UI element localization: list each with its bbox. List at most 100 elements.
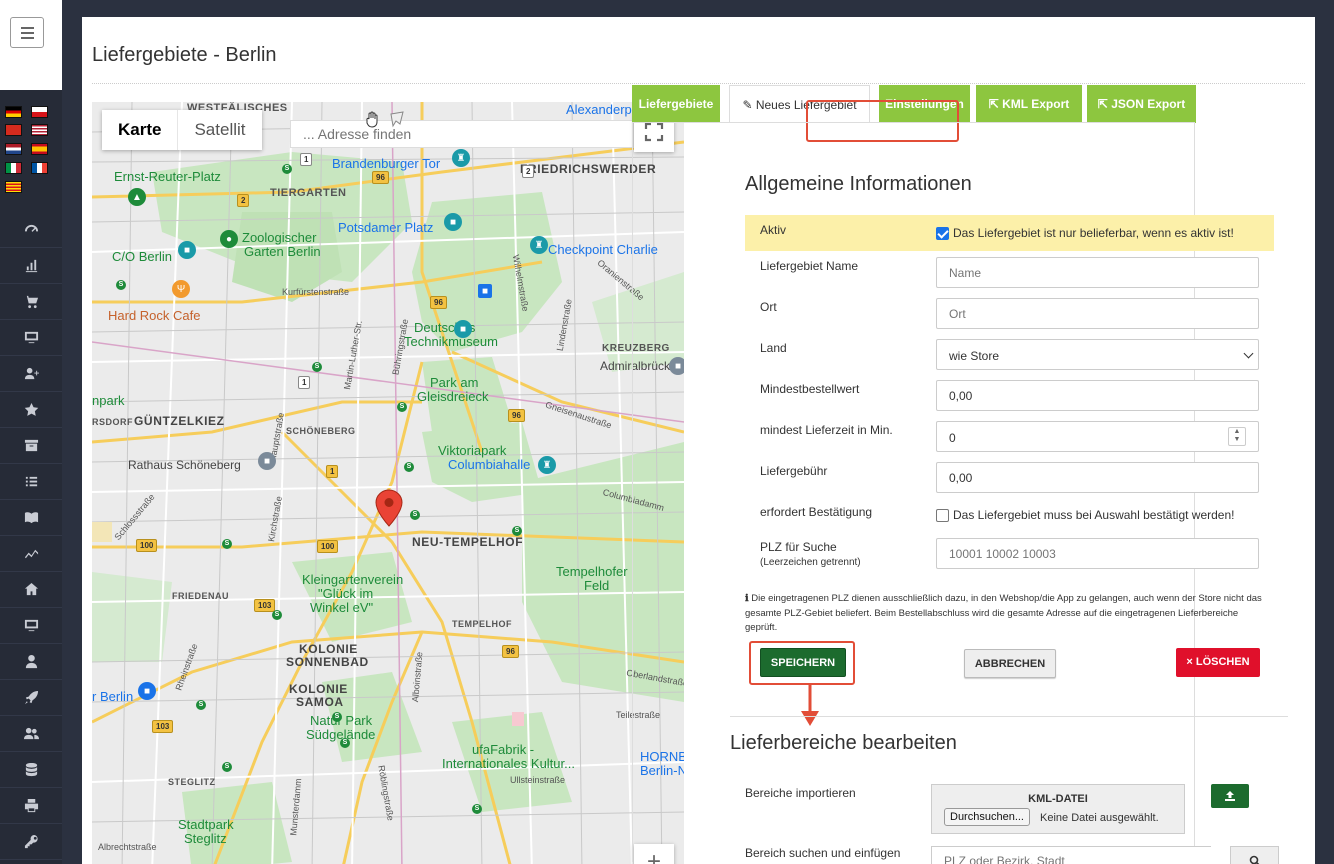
area-search-button[interactable] [1230,846,1279,864]
flag-nl-icon[interactable] [5,143,22,155]
hand-pan-icon[interactable] [364,110,382,128]
database-icon[interactable] [0,752,62,788]
plz-input[interactable] [936,538,1259,569]
key-icon[interactable] [0,824,62,860]
land-select[interactable]: wie Store [936,339,1259,370]
min-time-input[interactable]: 0 ▲ ▼ [936,421,1259,452]
map-label: Brandenburger Tor [332,156,441,171]
stats-icon[interactable] [0,248,62,284]
draw-polygon-icon[interactable] [388,110,406,128]
map-label: Ullsteinstraße [510,775,566,785]
camera-icon: ■ [444,213,462,231]
tab-neues-liefergebiet[interactable]: ✎ Neues Liefergebiet [729,85,870,123]
road-badge: 96 [502,645,519,658]
location-pin-icon[interactable] [375,489,403,527]
delete-label: LÖSCHEN [1195,656,1250,668]
map-label: RSDORF [92,417,133,427]
ort-input[interactable] [936,298,1259,329]
search-area-label: Bereich suchen und einfügen [745,846,901,860]
tab-json-export[interactable]: ⇱ JSON Export [1087,85,1196,123]
flag-us-icon[interactable] [31,124,48,136]
map-label: Kleingartenverein [302,572,404,587]
tab-einstellungen[interactable]: Einstellungen [879,85,970,123]
sbahn-icon: S [397,402,407,412]
arrow-down-icon [801,683,819,726]
user-icon[interactable] [0,644,62,680]
road-badge: 1 [326,465,339,478]
name-input[interactable] [936,257,1259,288]
tab-kml-export[interactable]: ⇱ KML Export [976,85,1082,123]
export-icon: ⇱ [988,97,1003,111]
map-view[interactable]: WESTFÄLISCHES Alexanderplatz Brandenburg… [92,102,684,864]
map-background [92,102,684,864]
road-badge: 96 [372,171,389,184]
area-search-input[interactable] [931,846,1211,864]
flag-de-icon[interactable] [5,106,22,118]
sbahn-icon: S [196,700,206,710]
landmark-icon: ♜ [452,149,470,167]
flag-fr-icon[interactable] [31,162,48,174]
flag-it-icon[interactable] [5,162,22,174]
save-button[interactable]: SPEICHERN [760,648,846,677]
min-order-input[interactable] [936,380,1259,411]
plz-info-note: ℹ Die eingetragenen PLZ dienen ausschlie… [745,592,1273,636]
map-tools [364,110,406,128]
sbahn-icon: S [222,539,232,549]
active-checkbox-row[interactable]: Das Liefergebiet ist nur belieferbar, we… [936,226,1234,240]
road-badge: 96 [430,296,447,309]
map-label: Albrechtstraße [98,842,157,852]
chevron-down-icon [1243,348,1254,359]
map-label: KOLONIE [289,682,348,696]
upload-button[interactable] [1211,784,1249,808]
monitor-icon[interactable] [0,320,62,356]
fee-input[interactable] [936,462,1259,493]
cancel-button[interactable]: ABBRECHEN [964,649,1056,678]
page-title: Liefergebiete - Berlin [92,44,277,66]
confirm-checkbox-row[interactable]: Das Liefergebiet muss bei Auswahl bestät… [936,508,1235,522]
add-user-icon[interactable] [0,356,62,392]
map-type-karte-button[interactable]: Karte [102,110,177,150]
book-icon[interactable] [0,500,62,536]
plz-sublabel: (Leerzeichen getrennt) [760,557,861,568]
sbahn-icon: S [512,526,522,536]
desktop-icon[interactable] [0,608,62,644]
address-search-input[interactable] [290,120,634,148]
archive-icon[interactable] [0,428,62,464]
sbahn-icon: S [222,762,232,772]
tab-liefergebiete[interactable]: Liefergebiete [632,85,720,123]
map-label: ufaFabrik - [472,742,535,757]
min-time-value: 0 [949,431,956,445]
active-checkbox[interactable] [936,226,949,240]
map-label: FRIEDENAU [172,591,230,601]
cart-icon[interactable] [0,284,62,320]
flag-ch-icon[interactable] [5,124,22,136]
flag-es-icon[interactable] [31,143,48,155]
dashboard-icon[interactable] [0,212,62,248]
chart-line-icon[interactable] [0,536,62,572]
min-time-label: mindest Lieferzeit in Min. [760,423,893,437]
plz-label-text: PLZ für Suche [760,540,837,554]
active-label: Aktiv [760,223,787,237]
road-badge: 2 [522,165,535,178]
home-icon[interactable] [0,572,62,608]
star-icon[interactable] [0,392,62,428]
printer-icon[interactable] [0,788,62,824]
hamburger-menu-button[interactable] [10,17,44,48]
sbahn-icon: S [472,804,482,814]
users-icon[interactable] [0,716,62,752]
map-label: Garten Berlin [244,244,321,259]
number-stepper-icon[interactable]: ▲ ▼ [1228,427,1246,446]
flag-ca-icon[interactable] [5,181,22,193]
rocket-icon[interactable] [0,680,62,716]
flag-cz-icon[interactable] [31,106,48,118]
map-type-satellit-button[interactable]: Satellit [177,110,261,150]
road-badge: 96 [508,409,525,422]
file-status: Keine Datei ausgewählt. [1040,812,1159,824]
map-label: Stadtpark [178,817,234,832]
confirm-checkbox[interactable] [936,508,949,522]
browse-button[interactable]: Durchsuchen... [944,808,1030,826]
delete-button[interactable]: × LÖSCHEN [1176,648,1260,677]
list-icon[interactable] [0,464,62,500]
museum-icon: ■ [454,320,472,338]
map-label: KOLONIE [299,642,358,656]
